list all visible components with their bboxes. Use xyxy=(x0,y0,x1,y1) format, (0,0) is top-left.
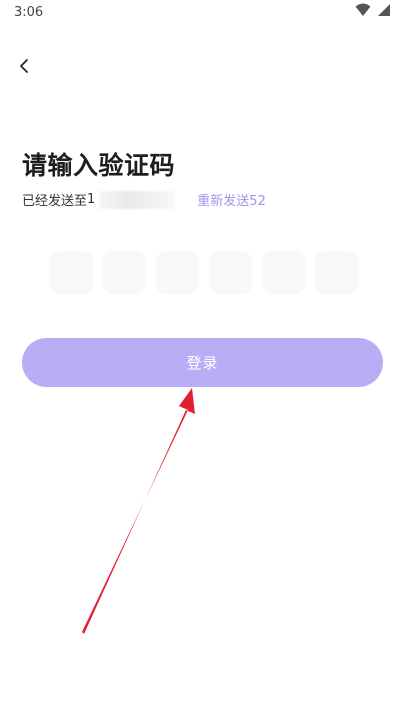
sent-info-row: 已经发送至 1 重新发送52 xyxy=(22,190,266,209)
phone-redaction xyxy=(99,190,176,209)
code-box-1[interactable] xyxy=(50,251,93,294)
code-box-5[interactable] xyxy=(262,251,305,294)
back-button[interactable] xyxy=(12,56,36,80)
resend-button[interactable]: 重新发送52 xyxy=(197,190,266,209)
code-box-3[interactable] xyxy=(156,251,199,294)
page-title: 请输入验证码 xyxy=(22,151,176,180)
sent-prefix: 已经发送至 xyxy=(22,194,88,209)
code-box-2[interactable] xyxy=(103,251,146,294)
status-time: 3:06 xyxy=(14,4,44,20)
chevron-left-icon xyxy=(18,58,30,78)
status-bar: 3:06 xyxy=(0,0,405,24)
signal-icon xyxy=(377,3,391,21)
code-input-row xyxy=(50,251,358,294)
status-icons xyxy=(355,3,391,21)
wifi-icon xyxy=(355,3,371,21)
phone-number: 1 xyxy=(87,192,96,207)
login-button[interactable]: 登录 xyxy=(22,338,383,387)
code-box-4[interactable] xyxy=(209,251,252,294)
code-box-6[interactable] xyxy=(315,251,358,294)
